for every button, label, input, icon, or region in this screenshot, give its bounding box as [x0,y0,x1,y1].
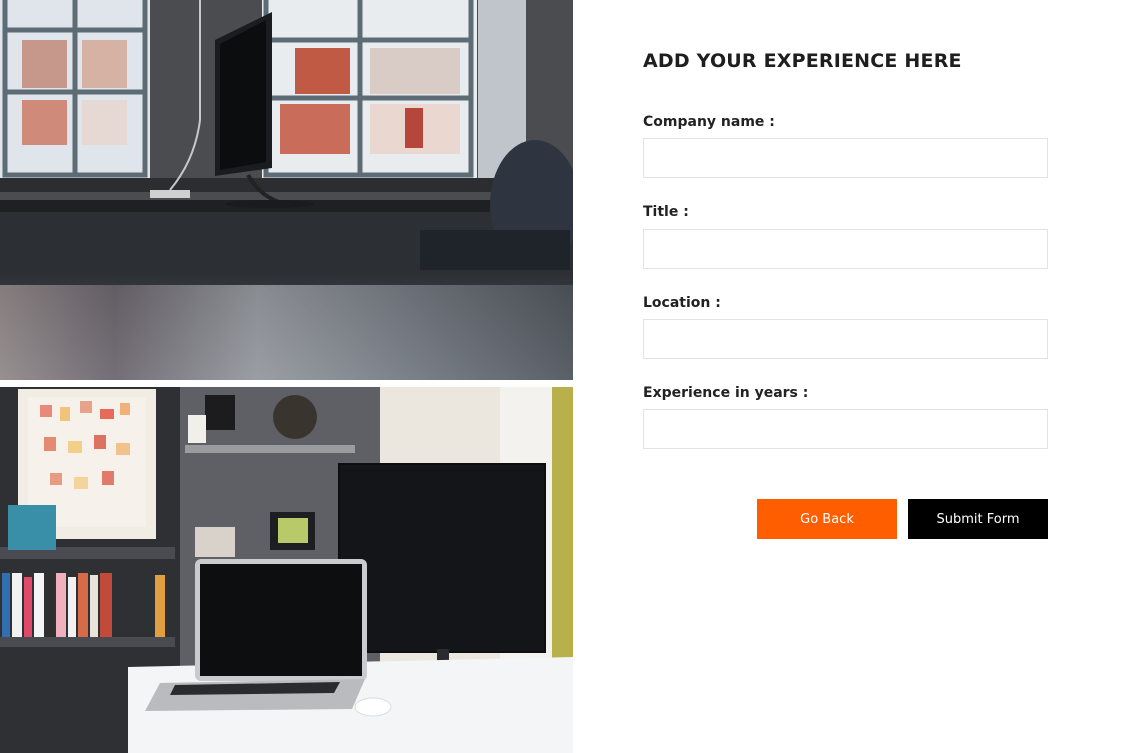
experience-years-input[interactable] [643,409,1048,449]
experience-years-label: Experience in years : [643,385,809,401]
submit-form-button[interactable]: Submit Form [908,499,1048,539]
page: ADD YOUR EXPERIENCE HERE Company name : … [0,0,1148,753]
location-input[interactable] [643,319,1048,359]
company-name-label: Company name : [643,114,775,130]
title-input[interactable] [643,229,1048,269]
location-label: Location : [643,295,721,311]
go-back-button[interactable]: Go Back [757,499,897,539]
laptop-monitor-desk-photo [0,387,573,753]
office-window-desk-photo [0,0,573,380]
form-title: ADD YOUR EXPERIENCE HERE [643,50,962,72]
title-label: Title : [643,204,689,220]
company-name-input[interactable] [643,138,1048,178]
